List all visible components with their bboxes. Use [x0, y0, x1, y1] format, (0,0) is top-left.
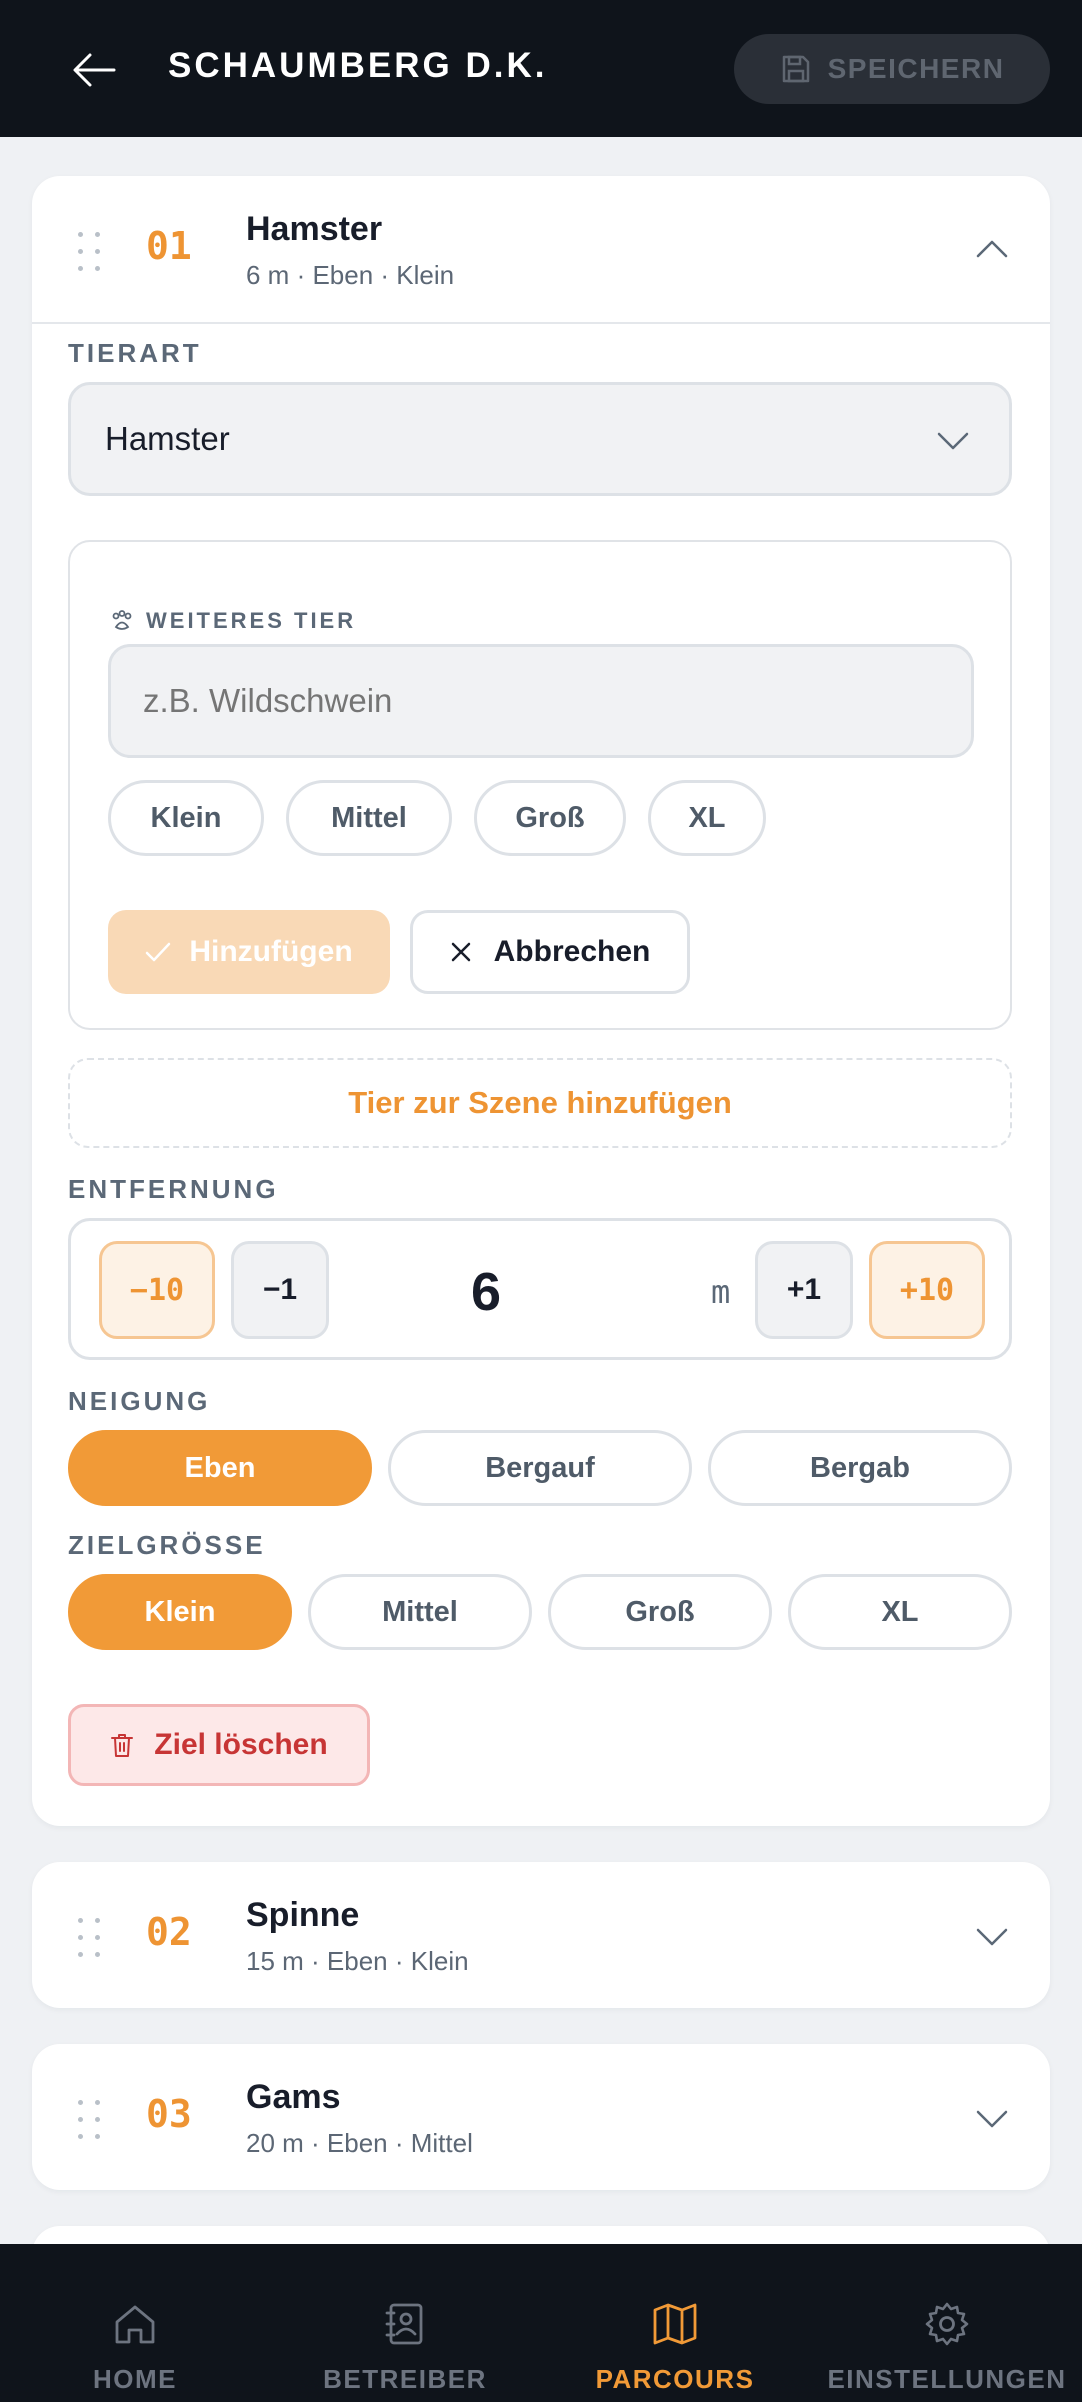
target-size-label: ZIELGRÖSSE — [68, 1530, 266, 1560]
bottom-navigation: HOME BETREIBER PARCOURS EINSTELLUNGEN — [0, 2244, 1082, 2402]
target-card-2[interactable]: 02 Spinne 15 m · Eben · Klein — [32, 1862, 1050, 2008]
species-select[interactable]: Hamster — [68, 382, 1012, 496]
cancel-button[interactable]: Abbrechen — [410, 910, 690, 994]
extra-size-chip-gross[interactable]: Groß — [474, 780, 626, 856]
add-animal-button[interactable]: Hinzufügen — [108, 910, 390, 994]
target-animal-name: Hamster — [246, 210, 383, 248]
target-card-header[interactable]: 01 Hamster 6 m · Eben · Klein — [32, 176, 1050, 322]
paw-icon — [112, 610, 132, 630]
extra-size-chip-xl[interactable]: XL — [648, 780, 766, 856]
distance-plus10-button[interactable]: +10 — [869, 1241, 985, 1339]
slope-option-bergab[interactable]: Bergab — [708, 1430, 1012, 1506]
slope-option-bergauf[interactable]: Bergauf — [388, 1430, 692, 1506]
close-icon — [451, 942, 470, 962]
nav-item-einstellungen[interactable]: EINSTELLUNGEN — [812, 2244, 1082, 2402]
gear-icon — [925, 2302, 969, 2346]
target-card-header[interactable]: 03 Gams 20 m · Eben · Mittel — [32, 2044, 1050, 2190]
distance-value: 6 — [471, 1262, 502, 1322]
top-bar: SCHAUMBERG D.K. SPEICHERN — [0, 0, 1082, 137]
delete-target-button[interactable]: Ziel löschen — [68, 1704, 370, 1786]
nav-item-parcours[interactable]: PARCOURS — [540, 2244, 810, 2402]
distance-minus1-button[interactable]: −1 — [231, 1241, 329, 1339]
target-animal-name: Gams — [246, 2078, 341, 2116]
distance-minus10-button[interactable]: −10 — [99, 1241, 215, 1339]
target-card-header[interactable]: 02 Spinne 15 m · Eben · Klein — [32, 1862, 1050, 2008]
target-size-option-gross[interactable]: Groß — [548, 1574, 772, 1650]
slope-option-eben[interactable]: Eben — [68, 1430, 372, 1506]
species-label: TIERART — [68, 338, 202, 368]
drag-handle-icon[interactable] — [76, 1918, 102, 1958]
chevron-down-icon[interactable] — [974, 1918, 1010, 1954]
target-size-option-mittel[interactable]: Mittel — [308, 1574, 532, 1650]
page-title: SCHAUMBERG D.K. — [168, 46, 548, 85]
floppy-disk-icon — [782, 55, 809, 83]
extra-animal-label: WEITERES TIER — [110, 608, 356, 634]
distance-plus1-button[interactable]: +1 — [755, 1241, 853, 1339]
slope-label: NEIGUNG — [68, 1386, 211, 1416]
contact-book-icon — [385, 2303, 423, 2345]
nav-item-label: PARCOURS — [595, 2364, 755, 2394]
chevron-up-icon[interactable] — [974, 232, 1010, 268]
distance-label: ENTFERNUNG — [68, 1174, 279, 1204]
distance-stepper: −10 −1 6 m +1 +10 — [68, 1218, 1012, 1360]
target-number: 02 — [146, 1910, 192, 1954]
save-button[interactable]: SPEICHERN — [734, 34, 1050, 104]
drag-handle-icon[interactable] — [76, 2100, 102, 2140]
extra-size-chip-mittel[interactable]: Mittel — [286, 780, 452, 856]
chevron-down-icon — [937, 432, 969, 450]
extra-animal-input[interactable] — [108, 644, 974, 758]
add-animal-to-scene-button[interactable]: Tier zur Szene hinzufügen — [68, 1058, 1012, 1148]
nav-item-label: BETREIBER — [323, 2364, 487, 2394]
target-summary: 20 m · Eben · Mittel — [246, 2128, 473, 2158]
chevron-down-icon[interactable] — [974, 2100, 1010, 2136]
nav-item-betreiber[interactable]: BETREIBER — [270, 2244, 540, 2402]
nav-item-label: EINSTELLUNGEN — [827, 2364, 1067, 2394]
drag-handle-icon[interactable] — [76, 232, 102, 272]
target-summary: 6 m · Eben · Klein — [246, 260, 455, 290]
extra-animal-panel: WEITERES TIER Klein Mittel Groß XL Hinzu… — [68, 540, 1012, 1030]
checkmark-icon — [146, 942, 171, 962]
target-summary: 15 m · Eben · Klein — [246, 1946, 469, 1976]
nav-item-home[interactable]: HOME — [0, 2244, 270, 2402]
map-icon — [653, 2303, 697, 2345]
target-number: 03 — [146, 2092, 192, 2136]
trash-icon — [111, 1734, 134, 1757]
extra-size-chip-klein[interactable]: Klein — [108, 780, 264, 856]
target-card-3[interactable]: 03 Gams 20 m · Eben · Mittel — [32, 2044, 1050, 2190]
save-button-label: SPEICHERN — [827, 53, 1005, 84]
nav-item-label: HOME — [93, 2364, 177, 2394]
divider — [32, 322, 1050, 324]
target-size-option-klein[interactable]: Klein — [68, 1574, 292, 1650]
arrow-left-icon — [73, 53, 116, 87]
back-button[interactable] — [66, 42, 122, 98]
home-icon — [115, 2305, 155, 2344]
target-animal-name: Spinne — [246, 1896, 360, 1934]
species-select-value: Hamster — [105, 420, 230, 457]
target-size-option-xl[interactable]: XL — [788, 1574, 1012, 1650]
target-number: 01 — [146, 224, 192, 268]
distance-unit: m — [711, 1273, 731, 1311]
